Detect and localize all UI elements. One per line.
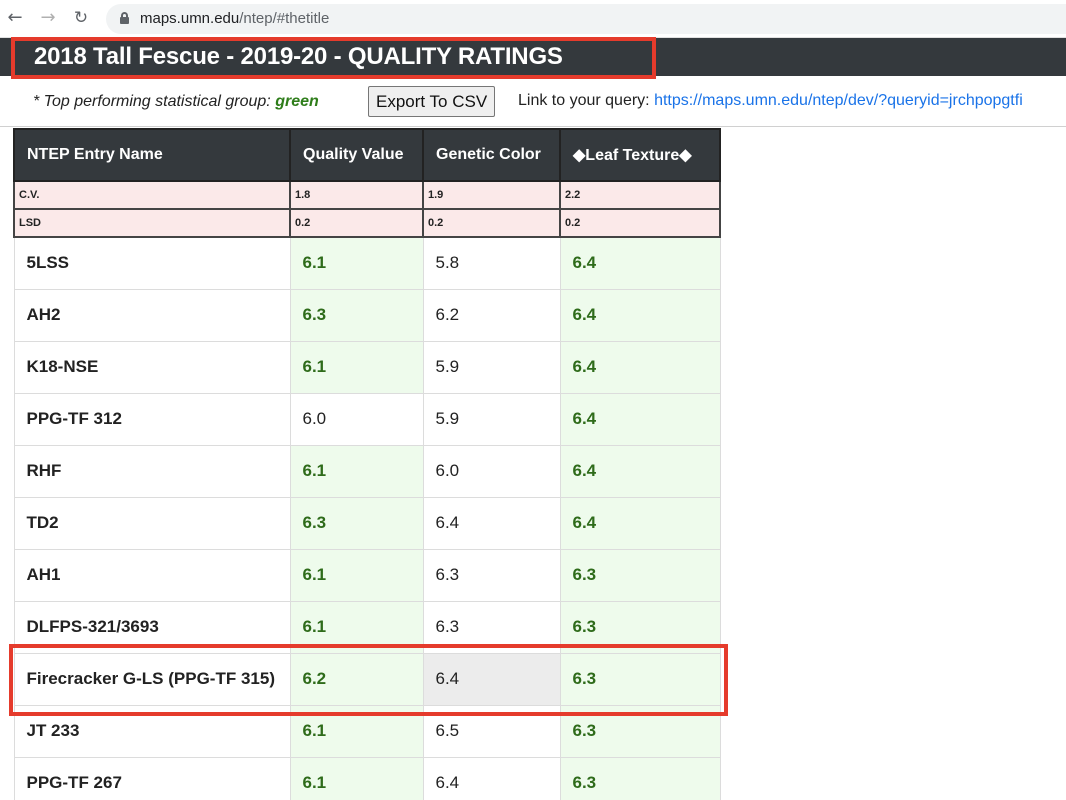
table-row: 5LSS 6.1 5.8 6.4 [13, 236, 721, 290]
lock-icon [120, 12, 129, 24]
stat-row-lsd: LSD 0.2 0.2 0.2 [13, 208, 721, 238]
quality-value-cell: 6.3 [289, 288, 424, 342]
stat-value: 0.2 [559, 208, 721, 238]
genetic-color-cell: 6.0 [422, 444, 561, 498]
stat-label: C.V. [13, 180, 291, 210]
genetic-color-cell: 6.3 [422, 548, 561, 602]
address-bar[interactable]: maps.umn.edu/ntep/#thetitle [106, 4, 1066, 34]
genetic-color-cell: 5.9 [422, 340, 561, 394]
leaf-texture-cell: 6.4 [559, 392, 721, 446]
leaf-texture-cell: 6.3 [559, 756, 721, 800]
table-row: TD2 6.3 6.4 6.4 [13, 496, 721, 550]
genetic-color-cell: 5.9 [422, 392, 561, 446]
header-quality-value[interactable]: Quality Value [289, 128, 424, 182]
stat-value: 2.2 [559, 180, 721, 210]
export-csv-button[interactable]: Export To CSV [368, 86, 496, 117]
header-genetic-color[interactable]: Genetic Color [422, 128, 561, 182]
genetic-color-cell: 6.4 [422, 496, 561, 550]
quality-value-cell: 6.1 [289, 236, 424, 290]
table-row: RHF 6.1 6.0 6.4 [13, 444, 721, 498]
row-highlight-outline [9, 644, 728, 716]
header-row: NTEP Entry Name Quality Value Genetic Co… [13, 128, 721, 182]
stat-row-cv: C.V. 1.8 1.9 2.2 [13, 180, 721, 210]
forward-arrow-icon[interactable]: → [37, 7, 59, 29]
table-row: AH2 6.3 6.2 6.4 [13, 288, 721, 342]
legend-prefix: * Top performing statistical group: [33, 93, 276, 110]
quality-value-cell: 6.1 [289, 340, 424, 394]
entry-name-cell: 5LSS [13, 236, 291, 290]
leaf-texture-cell: 6.4 [559, 496, 721, 550]
url-host: maps.umn.edu [140, 10, 240, 27]
legend-green-word: green [275, 93, 319, 110]
leaf-texture-cell: 6.4 [559, 236, 721, 290]
entry-name-cell: AH1 [13, 548, 291, 602]
query-label-text: Link to your query: [518, 92, 655, 109]
entry-name-cell: PPG-TF 312 [13, 392, 291, 446]
query-link-label: Link to your query: https://maps.umn.edu… [518, 92, 1023, 110]
leaf-texture-cell: 6.4 [559, 444, 721, 498]
stat-value: 0.2 [422, 208, 561, 238]
back-arrow-icon[interactable]: ← [4, 7, 26, 29]
header-entry-name[interactable]: NTEP Entry Name [13, 128, 291, 182]
reload-icon[interactable]: ↻ [70, 7, 92, 29]
url-text[interactable]: maps.umn.edu/ntep/#thetitle [140, 10, 329, 27]
leaf-texture-cell: 6.3 [559, 548, 721, 602]
query-link[interactable]: https://maps.umn.edu/ntep/dev/?queryid=j… [654, 92, 1023, 109]
table-row: PPG-TF 312 6.0 5.9 6.4 [13, 392, 721, 446]
entry-name-cell: K18-NSE [13, 340, 291, 394]
browser-toolbar: ← → ↻ maps.umn.edu/ntep/#thetitle [0, 0, 1066, 38]
stat-label: LSD [13, 208, 291, 238]
quality-value-cell: 6.0 [289, 392, 424, 446]
stat-value: 1.9 [422, 180, 561, 210]
genetic-color-cell: 5.8 [422, 236, 561, 290]
divider [0, 126, 1066, 127]
table-row: PPG-TF 267 6.1 6.4 6.3 [13, 756, 721, 800]
url-path: /ntep/#thetitle [239, 10, 330, 27]
entry-name-cell: TD2 [13, 496, 291, 550]
quality-value-cell: 6.3 [289, 496, 424, 550]
leaf-texture-cell: 6.4 [559, 288, 721, 342]
stat-value: 1.8 [289, 180, 424, 210]
entry-name-cell: AH2 [13, 288, 291, 342]
title-highlight-outline [11, 37, 656, 79]
entry-name-cell: PPG-TF 267 [13, 756, 291, 800]
quality-value-cell: 6.1 [289, 444, 424, 498]
genetic-color-cell: 6.2 [422, 288, 561, 342]
stat-value: 0.2 [289, 208, 424, 238]
quality-value-cell: 6.1 [289, 756, 424, 800]
genetic-color-cell: 6.4 [422, 756, 561, 800]
legend-note: * Top performing statistical group: gree… [33, 93, 319, 111]
table-row: K18-NSE 6.1 5.9 6.4 [13, 340, 721, 394]
table-row: AH1 6.1 6.3 6.3 [13, 548, 721, 602]
controls-row: * Top performing statistical group: gree… [0, 80, 1066, 124]
leaf-texture-cell: 6.4 [559, 340, 721, 394]
quality-value-cell: 6.1 [289, 548, 424, 602]
entry-name-cell: RHF [13, 444, 291, 498]
header-leaf-texture[interactable]: ◆Leaf Texture◆ [559, 128, 721, 182]
